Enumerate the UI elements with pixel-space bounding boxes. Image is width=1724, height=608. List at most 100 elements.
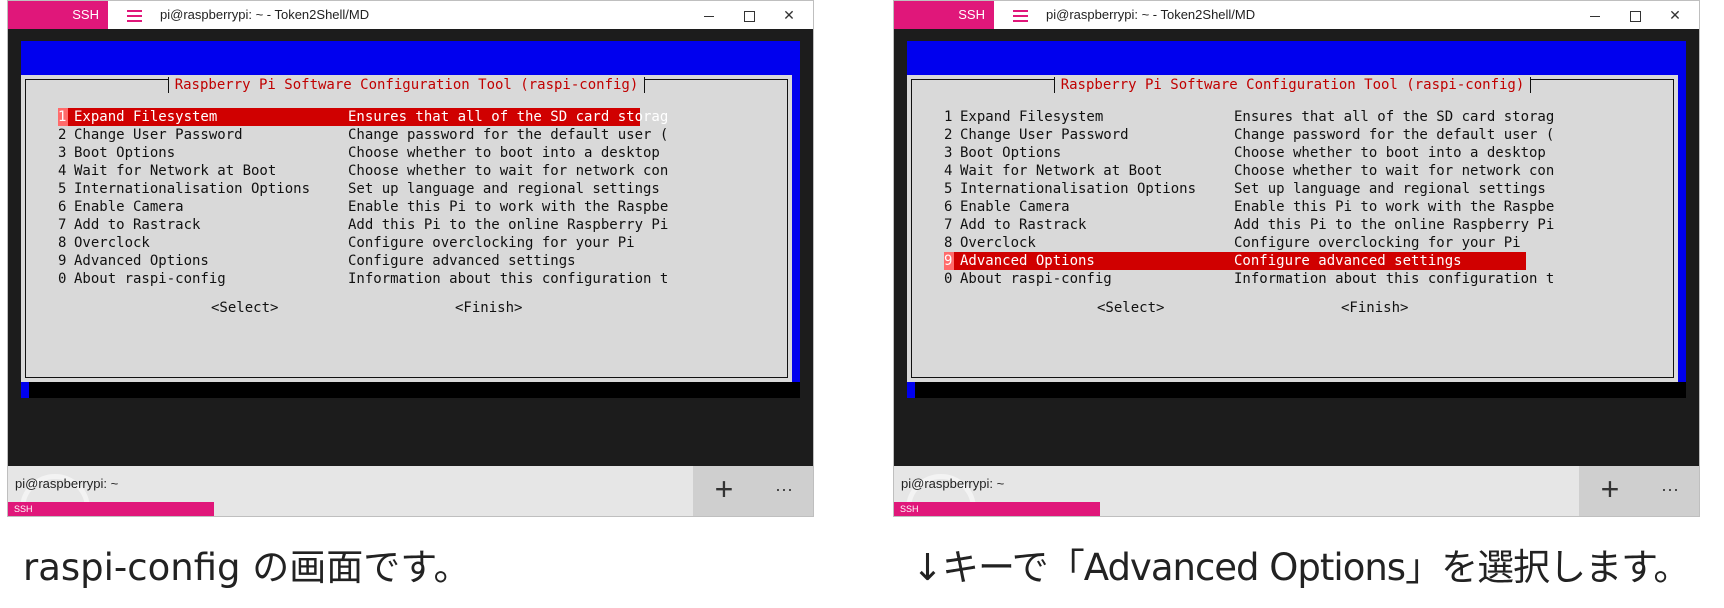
menu-item-description: Enable this Pi to work with the Raspbe xyxy=(1234,199,1555,215)
screenshot-panel-right: SSH pi@raspberrypi: ~ - Token2Shell/MD ✕… xyxy=(893,0,1700,517)
menu-item-description: Configure advanced settings xyxy=(1234,253,1462,269)
menu-item-description: Ensures that all of the SD card storag xyxy=(1234,109,1555,125)
menu-item-description: Configure advanced settings xyxy=(348,253,576,269)
more-options-button[interactable]: ··· xyxy=(1641,466,1699,516)
minimize-icon xyxy=(704,15,714,17)
menu-item[interactable]: 9 Advanced Options Configure advanced sett… xyxy=(944,252,1526,270)
terminal-window: SSH pi@raspberrypi: ~ - Token2Shell/MD ✕… xyxy=(893,0,1700,517)
terminal-area[interactable]: Raspberry Pi Software Configuration Tool… xyxy=(8,29,813,466)
terminal-window: SSH pi@raspberrypi: ~ - Token2Shell/MD ✕… xyxy=(7,0,814,517)
finish-button[interactable]: <Finish> xyxy=(455,300,522,316)
menu-item[interactable]: 8 Overclock Configure overclocking for you… xyxy=(944,234,1526,252)
menu-item[interactable]: 0 About raspi-config Information about thi… xyxy=(58,270,668,288)
maximize-button[interactable] xyxy=(729,1,769,29)
menu-item[interactable]: 5 Internationalisation Options Set up lang… xyxy=(58,180,660,198)
hamburger-icon[interactable] xyxy=(1013,10,1028,22)
menu-item[interactable]: 2 Change User Password Change password for… xyxy=(58,126,668,144)
menu-item[interactable]: 4 Wait for Network at Boot Choose whether … xyxy=(58,162,668,180)
session-tab-label[interactable]: pi@raspberrypi: ~ xyxy=(901,476,1004,491)
add-tab-button[interactable]: + xyxy=(693,466,755,516)
menu-item-label: Enable Camera xyxy=(960,199,1070,215)
dialog-title-row: Raspberry Pi Software Configuration Tool… xyxy=(26,77,787,93)
menu-item-number: 9 xyxy=(944,252,954,270)
menu-item-number: 2 xyxy=(944,127,953,143)
menu-item-number: 3 xyxy=(944,145,953,161)
menu-item-number: 5 xyxy=(58,181,67,197)
hamburger-icon[interactable] xyxy=(127,10,142,22)
menu-item-label: Enable Camera xyxy=(74,199,184,215)
session-tab-badge: SSH xyxy=(894,502,1100,516)
maximize-icon xyxy=(1629,10,1641,22)
more-options-button[interactable]: ··· xyxy=(755,466,813,516)
minimize-button[interactable] xyxy=(689,1,729,29)
ssh-badge: SSH xyxy=(894,1,994,29)
menu-item-number: 9 xyxy=(58,253,67,269)
menu-item-description: Change password for the default user ( xyxy=(1234,127,1555,143)
bottom-actions: + ··· xyxy=(1579,466,1699,516)
menu-item-number: 2 xyxy=(58,127,67,143)
maximize-icon xyxy=(743,10,755,22)
menu-item-number: 4 xyxy=(58,163,67,179)
menu-item[interactable]: 2 Change User Password Change password for… xyxy=(944,126,1554,144)
menu-item[interactable]: 6 Enable Camera Enable this Pi to work wit… xyxy=(944,198,1554,216)
menu-item-description: Add this Pi to the online Raspberry Pi xyxy=(1234,217,1555,233)
menu-item-description: Change password for the default user ( xyxy=(348,127,669,143)
session-tab-badge: SSH xyxy=(8,502,214,516)
menu-item-label: Wait for Network at Boot xyxy=(960,163,1163,179)
menu-item-description: Add this Pi to the online Raspberry Pi xyxy=(348,217,669,233)
menu-item[interactable]: 1 Expand Filesystem Ensures that all of th… xyxy=(944,108,1554,126)
menu-item[interactable]: 3 Boot Options Choose whether to boot into… xyxy=(58,144,660,162)
caption-right: ↓キーで「Advanced Options」を選択します。 xyxy=(912,546,1690,589)
close-button[interactable]: ✕ xyxy=(769,1,809,29)
menu-item[interactable]: 3 Boot Options Choose whether to boot into… xyxy=(944,144,1546,162)
menu-item-label: Overclock xyxy=(74,235,150,251)
title-bar: SSH pi@raspberrypi: ~ - Token2Shell/MD ✕ xyxy=(894,1,1699,29)
maximize-button[interactable] xyxy=(1615,1,1655,29)
menu-item[interactable]: 5 Internationalisation Options Set up lang… xyxy=(944,180,1546,198)
close-button[interactable]: ✕ xyxy=(1655,1,1695,29)
menu-item-description: Choose whether to wait for network con xyxy=(348,163,669,179)
menu-item-description: Configure overclocking for your Pi xyxy=(348,235,635,251)
select-button[interactable]: <Select> xyxy=(211,300,278,316)
menu-list: 1 Expand Filesystem Ensures that all of th… xyxy=(58,108,668,288)
select-button[interactable]: <Select> xyxy=(1097,300,1164,316)
menu-item-description: Set up language and regional settings xyxy=(348,181,660,197)
menu-item-label: Advanced Options xyxy=(74,253,209,269)
terminal-area[interactable]: Raspberry Pi Software Configuration Tool… xyxy=(894,29,1699,466)
minimize-icon xyxy=(1590,15,1600,17)
raspi-config-dialog: Raspberry Pi Software Configuration Tool… xyxy=(21,75,792,382)
menu-item-number: 6 xyxy=(58,199,67,215)
menu-item-number: 1 xyxy=(58,108,68,126)
menu-item-number: 5 xyxy=(944,181,953,197)
menu-item-description: Information about this configuration t xyxy=(348,271,669,287)
menu-item[interactable]: 8 Overclock Configure overclocking for you… xyxy=(58,234,640,252)
add-tab-button[interactable]: + xyxy=(1579,466,1641,516)
session-tab-label[interactable]: pi@raspberrypi: ~ xyxy=(15,476,118,491)
menu-item-description: Set up language and regional settings xyxy=(1234,181,1546,197)
menu-item-number: 4 xyxy=(944,163,953,179)
menu-item-label: Boot Options xyxy=(74,145,176,161)
raspi-config-dialog: Raspberry Pi Software Configuration Tool… xyxy=(907,75,1678,382)
menu-item-description: Configure overclocking for your Pi xyxy=(1234,235,1521,251)
menu-item-label: Expand Filesystem xyxy=(960,109,1104,125)
menu-item[interactable]: 7 Add to Rastrack Add this Pi to the onlin… xyxy=(58,216,668,234)
menu-item[interactable]: 9 Advanced Options Configure advanced sett… xyxy=(58,252,640,270)
menu-item[interactable]: 4 Wait for Network at Boot Choose whether … xyxy=(944,162,1554,180)
menu-item-label: Advanced Options xyxy=(960,253,1095,269)
bottom-actions: + ··· xyxy=(693,466,813,516)
finish-button[interactable]: <Finish> xyxy=(1341,300,1408,316)
menu-item-number: 0 xyxy=(944,271,953,287)
menu-item-label: Change User Password xyxy=(74,127,243,143)
menu-item[interactable]: 6 Enable Camera Enable this Pi to work wit… xyxy=(58,198,668,216)
minimize-button[interactable] xyxy=(1575,1,1615,29)
menu-item[interactable]: 1 Expand Filesystem Ensures that all of th… xyxy=(58,108,668,126)
menu-item-number: 0 xyxy=(58,271,67,287)
menu-item-label: Change User Password xyxy=(960,127,1129,143)
menu-item[interactable]: 7 Add to Rastrack Add this Pi to the onlin… xyxy=(944,216,1554,234)
menu-item-description: Enable this Pi to work with the Raspbe xyxy=(348,199,669,215)
menu-item-label: About raspi-config xyxy=(74,271,226,287)
menu-item-number: 7 xyxy=(944,217,953,233)
menu-item-label: Add to Rastrack xyxy=(74,217,201,233)
menu-item-label: Add to Rastrack xyxy=(960,217,1087,233)
menu-item[interactable]: 0 About raspi-config Information about thi… xyxy=(944,270,1554,288)
